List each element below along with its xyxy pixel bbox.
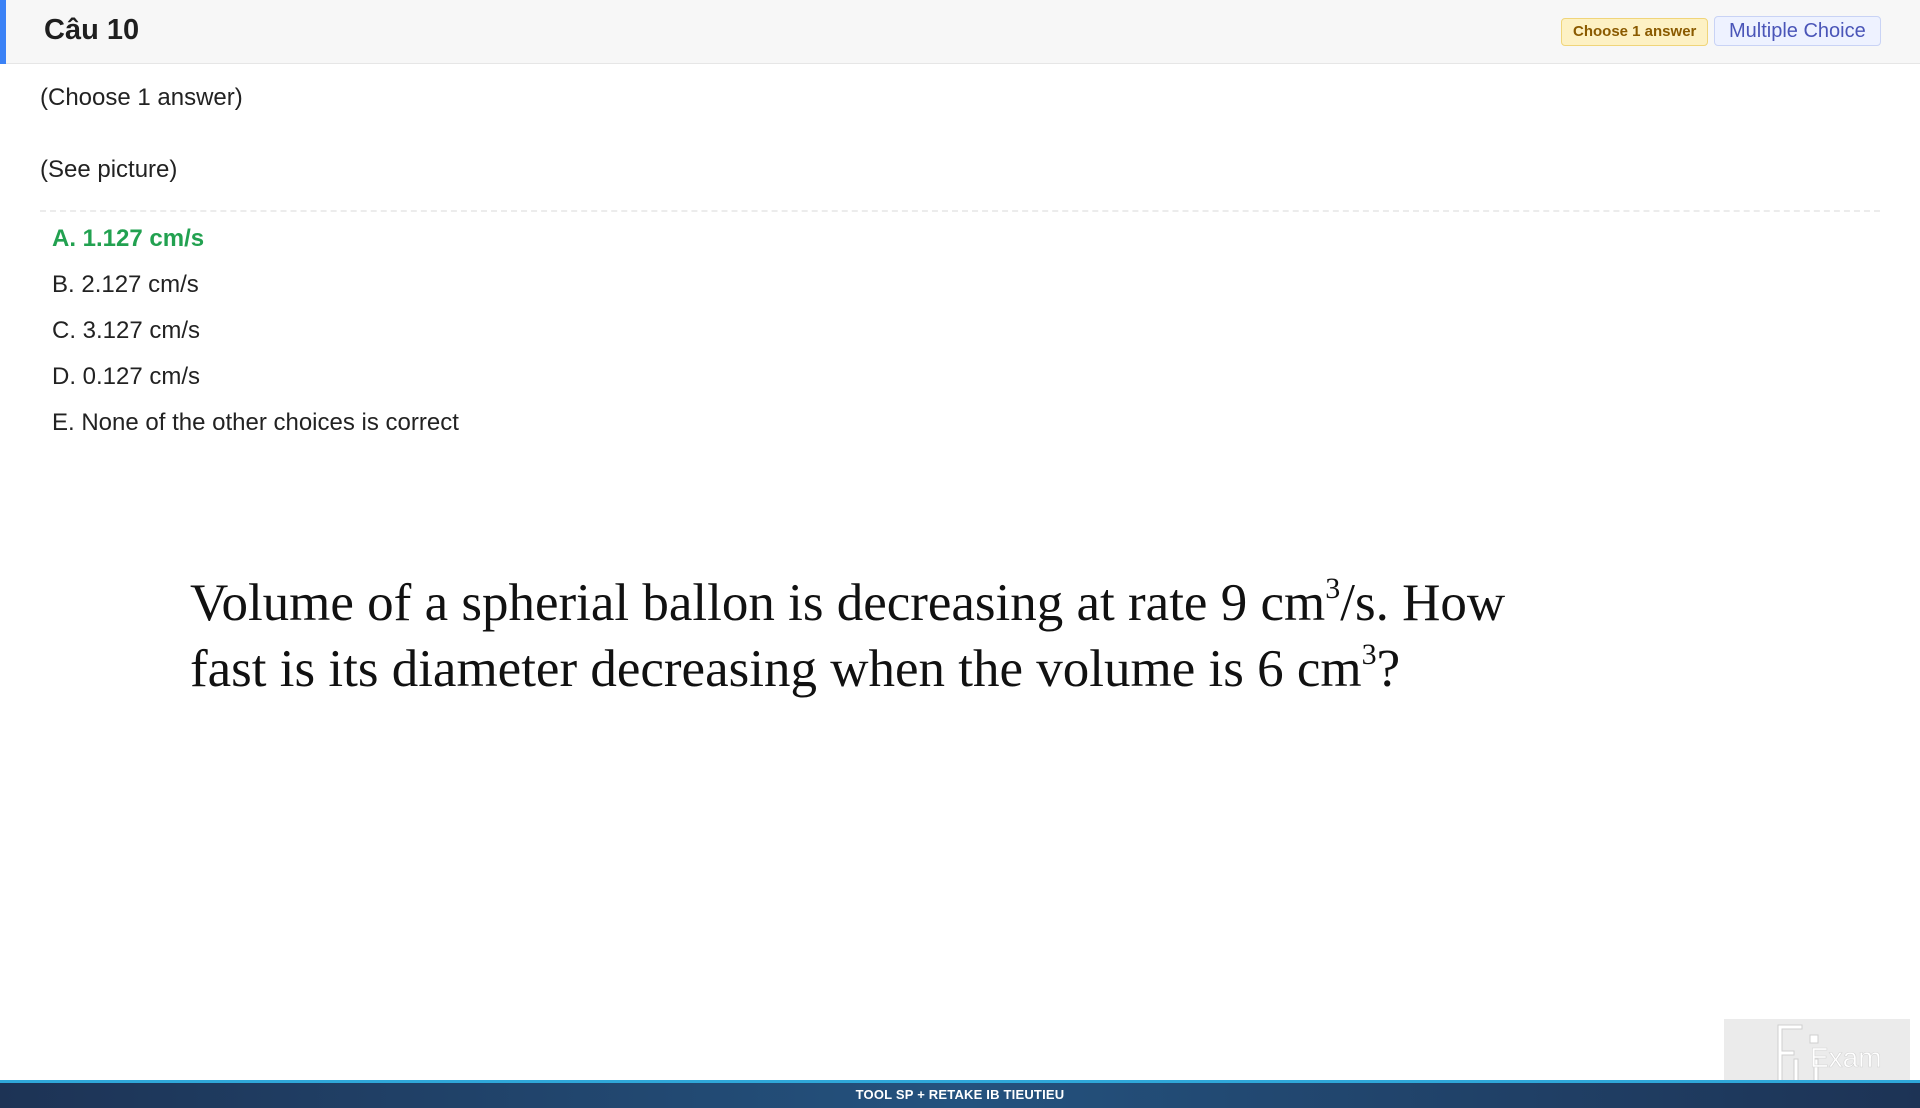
question-image-line-2: fast is its diameter decreasing when the…	[190, 636, 1640, 702]
superscript: 3	[1361, 638, 1377, 671]
question-image-text: fast is its diameter decreasing when the…	[190, 640, 1362, 698]
question-image: Volume of a spherial ballon is decreasin…	[190, 570, 1640, 720]
see-picture-note: (See picture)	[40, 156, 178, 183]
header-accent-bar	[0, 0, 6, 64]
divider	[40, 210, 1880, 212]
logo-text: Exam	[1810, 1042, 1882, 1073]
quiz-page: Câu 10 Choose 1 answer Multiple Choice (…	[0, 0, 1920, 1108]
question-title: Câu 10	[44, 14, 140, 46]
option-b[interactable]: B. 2.127 cm/s	[52, 270, 459, 316]
superscript: 3	[1325, 572, 1341, 605]
option-c[interactable]: C. 3.127 cm/s	[52, 316, 459, 362]
answer-options: A. 1.127 cm/s B. 2.127 cm/s C. 3.127 cm/…	[52, 224, 459, 454]
question-image-text: /s. How	[1340, 574, 1506, 632]
option-e[interactable]: E. None of the other choices is correct	[52, 408, 459, 454]
question-image-line-1: Volume of a spherial ballon is decreasin…	[190, 570, 1640, 636]
option-a[interactable]: A. 1.127 cm/s	[52, 224, 459, 270]
choose-count-badge: Choose 1 answer	[1561, 18, 1709, 46]
option-d[interactable]: D. 0.127 cm/s	[52, 362, 459, 408]
footer-text: TOOL SP + RETAKE IB TIEUTIEU	[855, 1087, 1065, 1102]
question-instruction: (Choose 1 answer)	[40, 84, 243, 111]
question-header: Câu 10 Choose 1 answer Multiple Choice	[0, 0, 1920, 64]
question-image-text: Volume of a spherial ballon is decreasin…	[190, 574, 1326, 632]
question-type-badge: Multiple Choice	[1714, 16, 1881, 46]
footer-bar: TOOL SP + RETAKE IB TIEUTIEU	[0, 1080, 1920, 1108]
question-image-text: ?	[1376, 640, 1401, 698]
